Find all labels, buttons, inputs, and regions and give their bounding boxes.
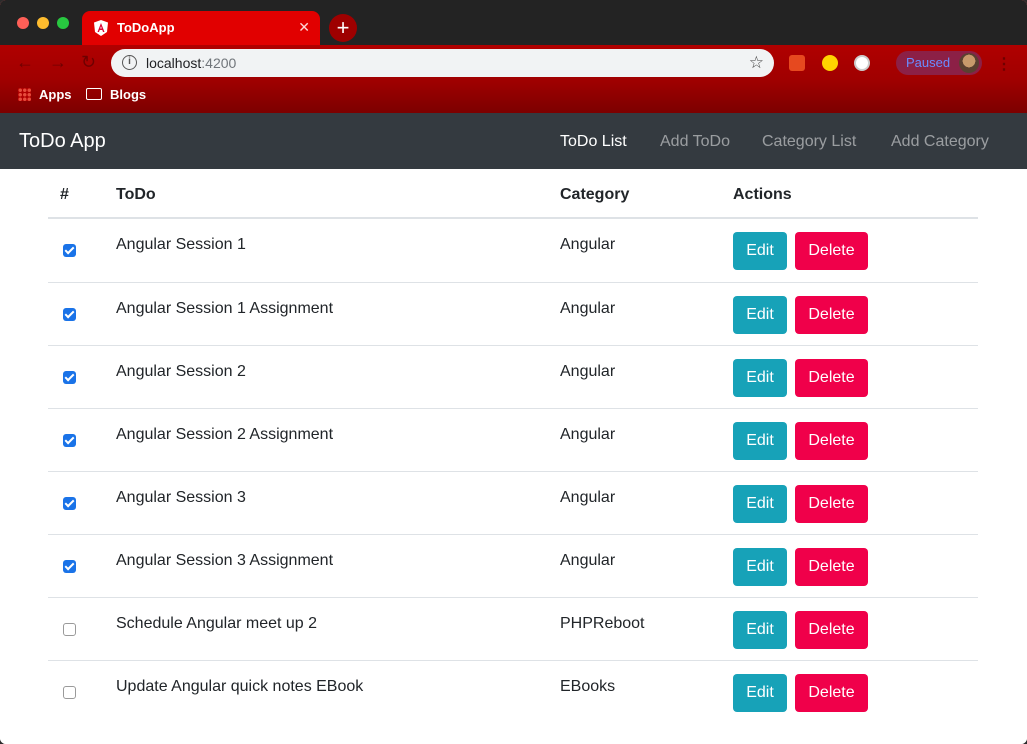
profile-button[interactable]: Paused	[896, 51, 982, 75]
delete-button[interactable]: Delete	[795, 359, 868, 397]
delete-button[interactable]: Delete	[795, 296, 868, 334]
apps-grid-icon	[18, 88, 31, 101]
site-info-icon[interactable]: i	[122, 55, 137, 70]
edit-button[interactable]: Edit	[733, 359, 787, 397]
delete-button[interactable]: Delete	[795, 548, 868, 586]
url-host: localhost	[146, 55, 202, 71]
profile-status: Paused	[906, 55, 951, 70]
browser-tab[interactable]: ToDoApp ✕	[82, 11, 320, 45]
delete-button[interactable]: Delete	[795, 422, 868, 460]
minimize-window-button[interactable]	[37, 17, 49, 29]
header-todo: ToDo	[116, 186, 156, 203]
avatar	[959, 53, 979, 73]
todo-category: Angular	[560, 552, 616, 569]
todo-title: Angular Session 3	[116, 489, 246, 506]
done-checkbox[interactable]	[63, 686, 76, 699]
bookmark-star-icon[interactable]: ☆	[749, 53, 764, 73]
edit-button[interactable]: Edit	[733, 485, 787, 523]
edit-button[interactable]: Edit	[733, 548, 787, 586]
header-index: #	[60, 186, 69, 203]
app-navbar: ToDo App ToDo List Add ToDo Category Lis…	[0, 113, 1027, 169]
delete-button[interactable]: Delete	[795, 611, 868, 649]
todo-title: Update Angular quick notes EBook	[116, 678, 364, 695]
browser-chrome: ToDoApp ✕ + ← → ↻ i localhost:4200 ☆ Pau…	[0, 0, 1027, 113]
edit-button[interactable]: Edit	[733, 422, 787, 460]
table-row: Angular Session 1 Assignment Angular Edit D…	[48, 282, 978, 345]
app-brand[interactable]: ToDo App	[19, 130, 106, 153]
todo-title: Schedule Angular meet up 2	[116, 615, 318, 632]
close-window-button[interactable]	[17, 17, 29, 29]
tab-strip: ToDoApp ✕ +	[0, 0, 1027, 45]
header-actions: Actions	[733, 186, 792, 203]
table-row: Update Angular quick notes EBook EBooks Ed…	[48, 660, 978, 723]
edit-button[interactable]: Edit	[733, 296, 787, 334]
back-icon[interactable]: ←	[16, 52, 34, 73]
done-checkbox[interactable]	[63, 371, 76, 384]
new-tab-button[interactable]: +	[329, 14, 357, 42]
nav-add-category[interactable]: Add Category	[891, 133, 989, 151]
url-text: localhost:4200	[146, 55, 236, 71]
todo-category: EBooks	[560, 678, 616, 695]
night-mode-extension-icon[interactable]	[822, 55, 838, 71]
nav-add-todo[interactable]: Add ToDo	[660, 133, 730, 151]
browser-window: ToDoApp ✕ + ← → ↻ i localhost:4200 ☆ Pau…	[0, 0, 1027, 744]
angular-icon	[94, 20, 108, 36]
nav-todo-list[interactable]: ToDo List	[560, 133, 627, 151]
todo-title: Angular Session 2	[116, 363, 246, 380]
done-checkbox[interactable]	[63, 434, 76, 447]
todo-title: Angular Session 1	[116, 236, 246, 253]
bookmark-apps[interactable]: Apps	[18, 87, 72, 102]
close-tab-icon[interactable]: ✕	[298, 19, 310, 36]
url-port: :4200	[201, 55, 237, 71]
todo-title: Angular Session 2 Assignment	[116, 426, 334, 443]
done-checkbox[interactable]	[63, 623, 76, 636]
folder-icon	[86, 88, 102, 100]
bookmarks-bar: Apps Blogs	[0, 82, 1027, 110]
table-row: Angular Session 3 Assignment Angular Edit D…	[48, 534, 978, 597]
done-checkbox[interactable]	[63, 244, 76, 257]
done-checkbox[interactable]	[63, 560, 76, 573]
todo-category: Angular	[560, 236, 616, 253]
todo-category: Angular	[560, 300, 616, 317]
extension-icon[interactable]	[854, 55, 870, 71]
delete-button[interactable]: Delete	[795, 485, 868, 523]
tab-title: ToDoApp	[117, 20, 175, 35]
todo-table: # ToDo Category Actions Angular Session …	[0, 169, 1027, 744]
todo-category: Angular	[560, 426, 616, 443]
table-row: Angular Session 2 Angular Edit Delete	[48, 345, 978, 408]
table-row: Angular Session 3 Angular Edit Delete	[48, 471, 978, 534]
header-category: Category	[560, 186, 630, 203]
table-row: Schedule Angular meet up 2 PHPReboot Edit D…	[48, 597, 978, 660]
table-header: # ToDo Category Actions	[48, 169, 978, 219]
nav-category-list[interactable]: Category List	[762, 133, 856, 151]
todo-title: Angular Session 3 Assignment	[116, 552, 334, 569]
edit-button[interactable]: Edit	[733, 232, 787, 270]
done-checkbox[interactable]	[63, 497, 76, 510]
delete-button[interactable]: Delete	[795, 674, 868, 712]
bookmark-label: Blogs	[110, 87, 147, 102]
bookmark-label: Apps	[39, 87, 72, 102]
todo-category: Angular	[560, 489, 616, 506]
delete-button[interactable]: Delete	[795, 232, 868, 270]
table-row: Angular Session 1 Angular Edit Delete	[48, 219, 978, 282]
reload-icon[interactable]: ↻	[81, 52, 96, 73]
menu-kebab-icon[interactable]: ⋮	[996, 54, 1012, 74]
done-checkbox[interactable]	[63, 308, 76, 321]
address-bar[interactable]: i localhost:4200 ☆	[111, 49, 774, 77]
edit-button[interactable]: Edit	[733, 611, 787, 649]
todo-category: Angular	[560, 363, 616, 380]
todo-title: Angular Session 1 Assignment	[116, 300, 334, 317]
maximize-window-button[interactable]	[57, 17, 69, 29]
todo-category: PHPReboot	[560, 615, 645, 632]
forward-icon[interactable]: →	[49, 52, 67, 73]
office-extension-icon[interactable]	[789, 55, 805, 71]
table-row: Angular Session 2 Assignment Angular Edit D…	[48, 408, 978, 471]
bookmark-blogs[interactable]: Blogs	[86, 87, 146, 102]
edit-button[interactable]: Edit	[733, 674, 787, 712]
